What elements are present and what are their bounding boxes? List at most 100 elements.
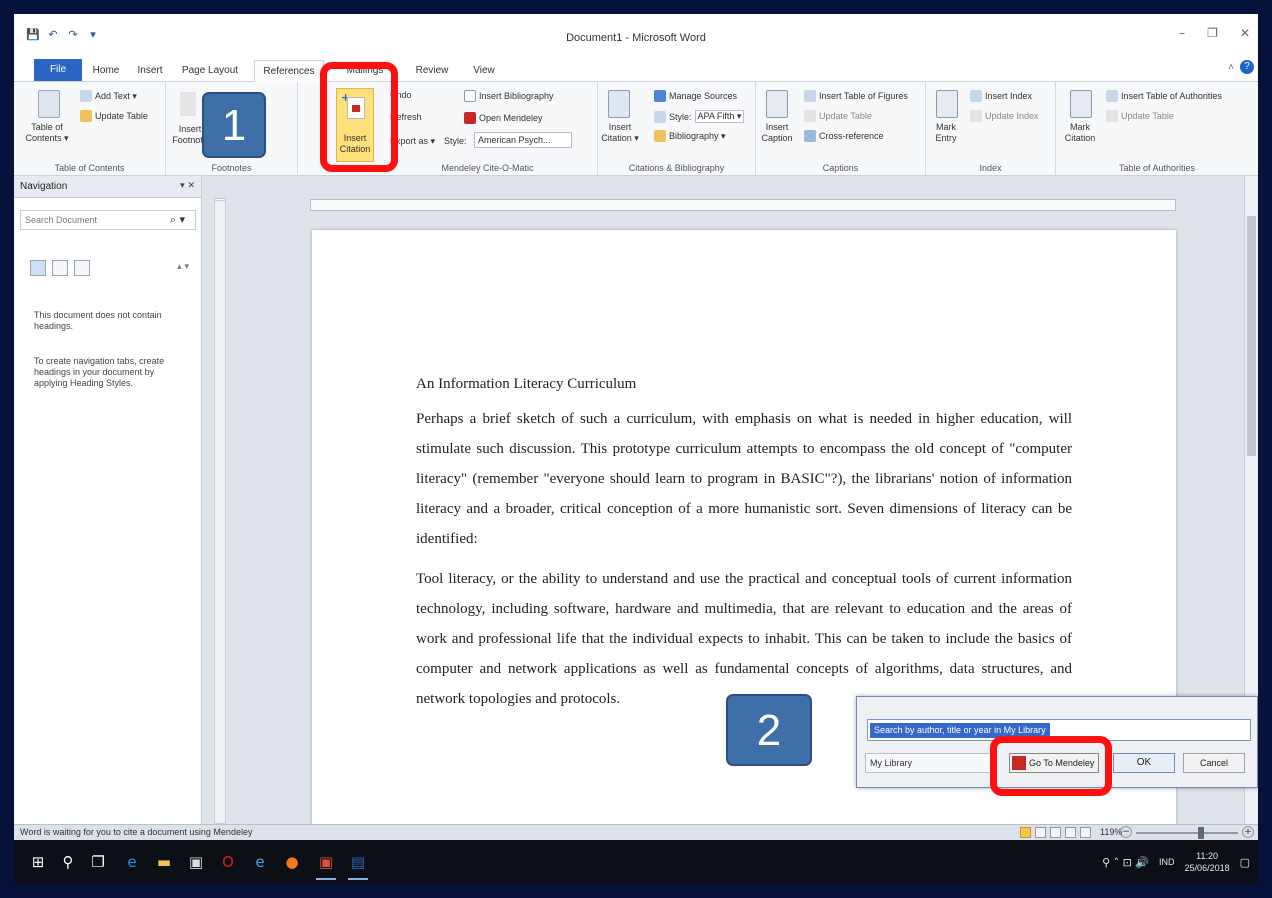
group-label: Captions [822,163,859,173]
tab-home[interactable]: Home [86,60,126,82]
group-table-of-contents: Table of Contents ▾ Add Text ▾ Update Ta… [14,82,166,176]
word-insert-citation-button[interactable]: Insert Citation ▾ [598,122,642,144]
search-document-input[interactable]: Search Document ⌕ ▾ [20,210,196,230]
tab-file[interactable]: File [34,59,82,81]
search-placeholder: Search Document [25,215,98,225]
edge-icon[interactable]: e [122,852,142,872]
ok-button[interactable]: OK [1113,753,1175,773]
group-label: Table of Contents [54,163,125,173]
document-heading: An Information Literacy Curriculum [416,376,637,392]
tray-icons[interactable]: ⚲ ˄ ⊡ 🔊 [1102,856,1149,869]
search-icon[interactable]: ⌕ ▾ [170,213,185,227]
group-citations-bibliography: Insert Citation ▾ Manage Sources Style: A… [598,82,756,176]
help-icon[interactable]: ? [1240,60,1254,74]
insert-citation-highlight [320,62,398,172]
my-library-select[interactable]: My Library [865,753,995,773]
document-paragraph-2: Tool literacy, or the ability to underst… [416,571,1072,707]
insert-caption-icon [766,90,788,118]
restore-button[interactable]: ❐ [1207,26,1218,40]
status-bar: Word is waiting for you to cite a docume… [14,824,1258,840]
clock[interactable]: 11:20 25/06/2018 [1185,850,1230,874]
title-bar: 💾 ↶ ↷ ▾ Document1 - Microsoft Word – ❐ ✕ [14,14,1258,56]
update-index-button[interactable]: Update Index [970,110,1039,122]
tab-page-layout[interactable]: Page Layout [180,60,240,82]
zoom-out-button[interactable]: − [1120,826,1132,838]
tab-references[interactable]: References [254,60,324,83]
draft-view-button[interactable] [1080,827,1091,838]
browse-results-tab[interactable] [74,260,90,276]
input-language[interactable]: IND [1159,857,1175,867]
horizontal-ruler[interactable] [310,199,1176,211]
browse-headings-tab[interactable] [30,260,46,276]
insert-caption-button[interactable]: Insert Caption [756,122,798,144]
table-of-authorities-icon [1106,90,1118,102]
windows-start-icon[interactable]: ⊞ [28,852,48,872]
step-2-badge: 2 [726,694,812,766]
action-center-icon[interactable]: ▢ [1240,856,1250,869]
scrollbar-thumb[interactable] [1247,216,1256,456]
group-label: Table of Authorities [1118,163,1196,173]
tab-review[interactable]: Review [410,60,454,82]
file-explorer-icon[interactable]: ▬ [154,852,174,872]
vertical-ruler[interactable] [214,200,226,824]
minimize-button[interactable]: – [1179,26,1185,40]
insert-index-icon [970,90,982,102]
word-style-control[interactable]: Style: APA Fifth ▾ [654,110,745,123]
group-label: Mendeley Cite-O-Matic [441,163,534,173]
go-to-mendeley-highlight [990,736,1112,796]
authorities-update-table-button[interactable]: Update Table [1106,110,1174,122]
firefox-icon[interactable]: ● [282,852,302,872]
add-text-icon [80,90,92,102]
zoom-level[interactable]: 119% [1100,827,1122,837]
taskbar: ⊞ ⚲ ❐ e ▬ ▣ O e ● ▣ ▤ ⚲ ˄ ⊡ 🔊 IND 11:20 … [14,840,1258,884]
mark-citation-icon [1070,90,1092,118]
web-layout-view-button[interactable] [1050,827,1061,838]
zoom-slider-knob[interactable] [1198,827,1204,839]
captions-update-table-button[interactable]: Update Table [804,110,872,122]
insert-bibliography-button[interactable]: Insert Bibliography [464,90,554,102]
navigation-arrows[interactable]: ▴ ▾ [177,262,189,272]
citation-style-select[interactable]: American Psych... [474,132,572,148]
bibliography-button[interactable]: Bibliography ▾ [654,130,726,142]
paint-icon[interactable]: ▣ [316,852,336,880]
update-table-button[interactable]: Update Table [80,110,148,122]
group-label: Citations & Bibliography [628,163,725,173]
collapse-ribbon-icon[interactable]: ˄ [1228,62,1234,73]
cross-reference-icon [804,130,816,142]
manage-sources-button[interactable]: Manage Sources [654,90,737,102]
search-icon[interactable]: ⚲ [58,852,78,872]
cancel-button[interactable]: Cancel [1183,753,1245,773]
task-view-icon[interactable]: ❐ [88,852,108,872]
update-table-icon [80,110,92,122]
insert-table-of-figures-button[interactable]: Insert Table of Figures [804,90,908,102]
status-text: Word is waiting for you to cite a docume… [20,827,253,837]
tab-insert[interactable]: Insert [130,60,170,82]
browse-pages-tab[interactable] [52,260,68,276]
zoom-in-button[interactable]: + [1242,826,1254,838]
add-text-button[interactable]: Add Text ▾ [80,90,137,102]
insert-index-button[interactable]: Insert Index [970,90,1032,102]
word-style-select[interactable]: APA Fifth ▾ [694,110,745,123]
navigation-close-button[interactable]: ▾ ✕ [180,181,195,191]
opera-icon[interactable]: O [218,852,238,872]
insert-table-of-authorities-button[interactable]: Insert Table of Authorities [1106,90,1222,102]
full-screen-view-button[interactable] [1035,827,1046,838]
group-label: Footnotes [211,163,252,173]
update-table-icon [804,110,816,122]
group-table-of-authorities: Mark Citation Insert Table of Authoritie… [1056,82,1258,176]
tab-view[interactable]: View [466,60,502,82]
internet-explorer-icon[interactable]: e [250,852,270,872]
outline-view-button[interactable] [1065,827,1076,838]
group-index: Mark Entry Insert Index Update Index Ind… [926,82,1056,176]
close-button[interactable]: ✕ [1240,26,1250,40]
store-icon[interactable]: ▣ [186,852,206,872]
word-icon[interactable]: ▤ [348,852,368,880]
open-mendeley-button[interactable]: Open Mendeley [464,112,543,124]
cross-reference-button[interactable]: Cross-reference [804,130,884,142]
mark-citation-button[interactable]: Mark Citation [1060,122,1100,144]
zoom-slider[interactable] [1136,832,1238,834]
print-layout-view-button[interactable] [1020,827,1031,838]
mark-entry-button[interactable]: Mark Entry [928,122,964,144]
table-of-contents-button[interactable]: Table of Contents ▾ [20,122,74,144]
step-1-badge: 1 [202,92,266,158]
